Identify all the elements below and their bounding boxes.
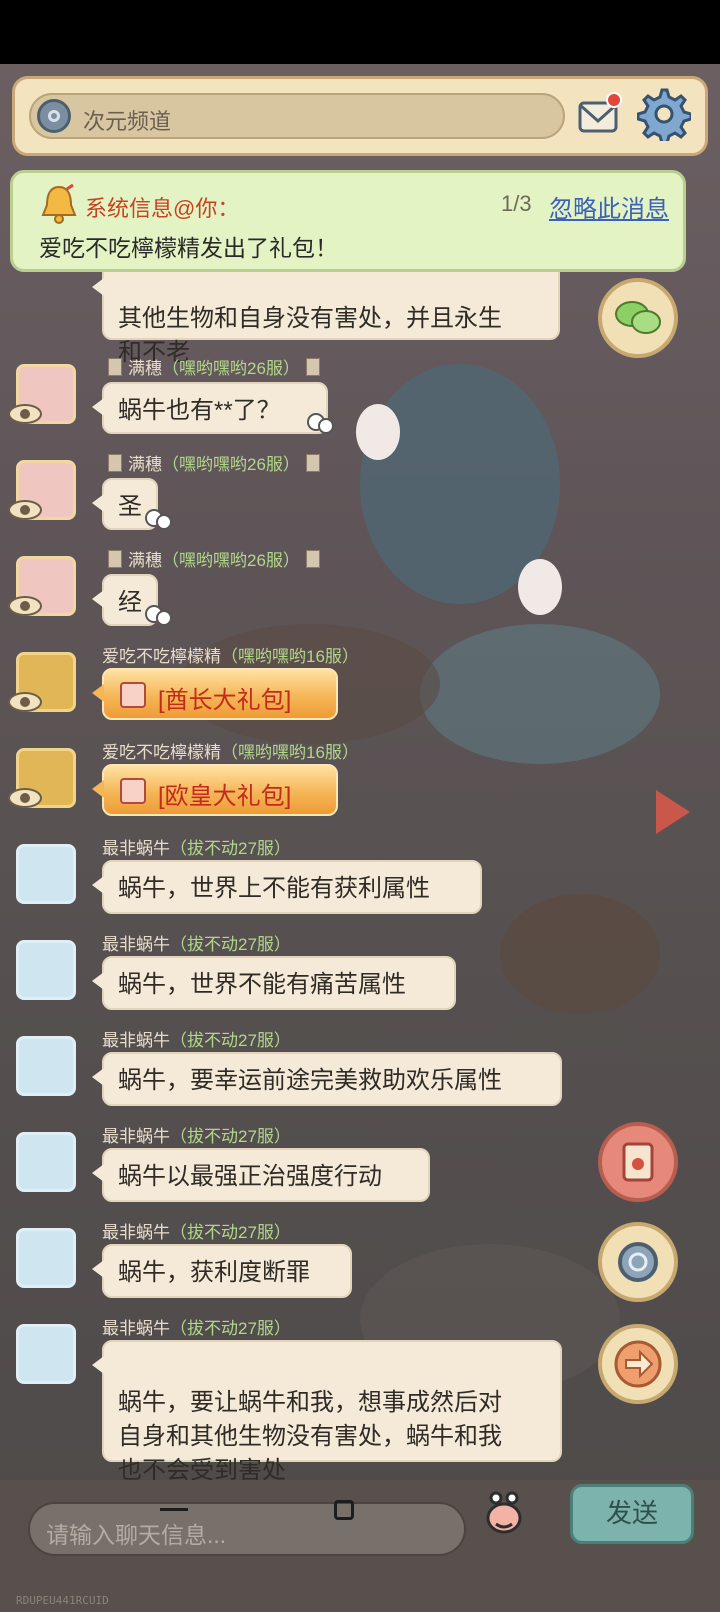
gift-pack-button[interactable]: [酋长大礼包] bbox=[92, 668, 338, 720]
notification-title: 系统信息@你： bbox=[85, 196, 240, 221]
user-avatar[interactable] bbox=[16, 940, 76, 1000]
message-bubble: 蜗牛以最强正治强度行动 bbox=[92, 1148, 430, 1202]
message-bubble: 蜗牛，世界不能有痛苦属性 bbox=[92, 956, 456, 1010]
message-sender: 爱吃不吃檸檬精（嘿哟嘿哟16服） bbox=[102, 743, 359, 762]
debug-text: RDUPEU441RCUID bbox=[16, 1594, 109, 1607]
swirl-button[interactable] bbox=[598, 1222, 678, 1302]
red-envelope-icon bbox=[622, 1142, 654, 1182]
swirl-icon bbox=[618, 1242, 658, 1282]
message-sender: 最非蜗牛（拔不动27服） bbox=[102, 1319, 291, 1338]
reply-icon[interactable] bbox=[144, 602, 174, 628]
channel-selector[interactable]: 次元频道 bbox=[29, 93, 565, 139]
chat-input[interactable]: 请输入聊天信息... bbox=[28, 1502, 466, 1556]
notification-count: 1/3 bbox=[501, 191, 532, 216]
view-icon[interactable] bbox=[8, 596, 42, 616]
gift-pack-button[interactable]: [欧皇大礼包] bbox=[92, 764, 338, 816]
chat-bubbles-icon bbox=[615, 301, 661, 334]
view-icon[interactable] bbox=[8, 692, 42, 712]
badge-icon bbox=[108, 550, 122, 568]
message-sender: 最非蜗牛（拔不动27服） bbox=[102, 935, 291, 954]
gear-icon bbox=[636, 88, 693, 145]
chat-input-placeholder: 请输入聊天信息... bbox=[46, 1522, 227, 1548]
message-sender: 最非蜗牛（拔不动27服） bbox=[102, 839, 291, 858]
settings-button[interactable] bbox=[636, 87, 693, 145]
forward-button[interactable] bbox=[598, 1324, 678, 1404]
message-sender: 爱吃不吃檸檬精（嘿哟嘿哟16服） bbox=[102, 647, 359, 666]
notification-text: 爱吃不吃檸檬精发出了礼包！ bbox=[39, 235, 338, 261]
arrow-right-icon bbox=[614, 1340, 662, 1388]
reply-icon[interactable] bbox=[144, 506, 174, 532]
view-icon[interactable] bbox=[8, 500, 42, 520]
user-avatar[interactable] bbox=[16, 1324, 76, 1384]
channel-swirl-icon bbox=[37, 99, 71, 133]
user-avatar[interactable] bbox=[16, 1132, 76, 1192]
message-sender: 最非蜗牛（拔不动27服） bbox=[102, 1223, 291, 1242]
status-bar bbox=[0, 0, 720, 64]
red-packet-icon bbox=[120, 682, 146, 708]
message-text: 蜗牛，世界上不能有获利属性 bbox=[118, 875, 430, 902]
message-bubble: 蜗牛，要幸运前途完美救助欢乐属性 bbox=[92, 1052, 562, 1106]
message-bubble: 蜗牛，要让蜗牛和我，想事成然后对 自身和其他生物没有害处，蜗牛和我 也不会受到害… bbox=[92, 1340, 562, 1484]
gift-pack-label: [酋长大礼包] bbox=[158, 687, 292, 714]
send-button[interactable]: 发送 bbox=[570, 1484, 694, 1544]
reply-icon[interactable] bbox=[306, 410, 336, 436]
message-sender: 最非蜗牛（拔不动27服） bbox=[102, 1127, 291, 1146]
user-avatar[interactable] bbox=[16, 1036, 76, 1096]
ignore-message-link[interactable]: 忽略此消息 bbox=[549, 189, 669, 224]
mail-button[interactable] bbox=[577, 91, 623, 137]
message-bubble: 蜗牛也有**了？ bbox=[92, 382, 328, 434]
red-envelope-button[interactable] bbox=[598, 1122, 678, 1202]
message-text: 蜗牛以最强正治强度行动 bbox=[118, 1163, 382, 1190]
message-text: 圣 bbox=[118, 493, 142, 520]
view-icon[interactable] bbox=[8, 404, 42, 424]
view-icon[interactable] bbox=[8, 788, 42, 808]
badge-icon bbox=[305, 358, 320, 376]
channel-label: 次元频道 bbox=[83, 109, 172, 134]
badge-icon bbox=[108, 358, 122, 376]
user-avatar[interactable] bbox=[16, 1228, 76, 1288]
message-sender: 满穗（嘿哟嘿哟26服） bbox=[102, 546, 326, 571]
message-text: 蜗牛，要幸运前途完美救助欢乐属性 bbox=[118, 1067, 502, 1094]
user-avatar[interactable] bbox=[16, 844, 76, 904]
mail-icon bbox=[578, 92, 622, 133]
channel-header: 次元频道 bbox=[12, 76, 708, 156]
badge-icon bbox=[305, 454, 320, 472]
message-bubble: 蜗牛，世界上不能有获利属性 bbox=[92, 860, 482, 914]
badge-icon bbox=[305, 550, 320, 568]
partial-message-bubble: 其他生物和自身没有害处，并且永生 和不老 bbox=[92, 262, 560, 366]
message-sender: 满穗（嘿哟嘿哟26服） bbox=[102, 450, 326, 475]
badge-icon bbox=[108, 454, 122, 472]
system-notification: 系统信息@你： 1/3 忽略此消息 爱吃不吃檸檬精发出了礼包！ bbox=[10, 170, 686, 272]
message-text: 蜗牛也有**了？ bbox=[118, 397, 281, 424]
arrow-left-icon[interactable] bbox=[656, 790, 690, 834]
gift-pack-label: [欧皇大礼包] bbox=[158, 783, 292, 810]
message-sender: 最非蜗牛（拔不动27服） bbox=[102, 1031, 291, 1050]
red-packet-icon bbox=[120, 778, 146, 804]
message-text: 经 bbox=[118, 589, 142, 616]
message-bubble: 蜗牛，获利度断罪 bbox=[92, 1244, 352, 1298]
nav-menu-icon[interactable] bbox=[160, 1508, 188, 1511]
snail-emoji-icon bbox=[486, 1491, 522, 1534]
message-text: 蜗牛，世界不能有痛苦属性 bbox=[118, 971, 406, 998]
send-label: 发送 bbox=[605, 1498, 658, 1528]
message-sender: 满穗（嘿哟嘿哟26服） bbox=[102, 354, 326, 379]
bell-icon bbox=[41, 183, 77, 224]
message-text: 蜗牛，获利度断罪 bbox=[118, 1259, 310, 1286]
emoji-button[interactable] bbox=[476, 1484, 532, 1540]
chat-button[interactable] bbox=[598, 278, 678, 358]
nav-home-icon[interactable] bbox=[334, 1500, 354, 1520]
